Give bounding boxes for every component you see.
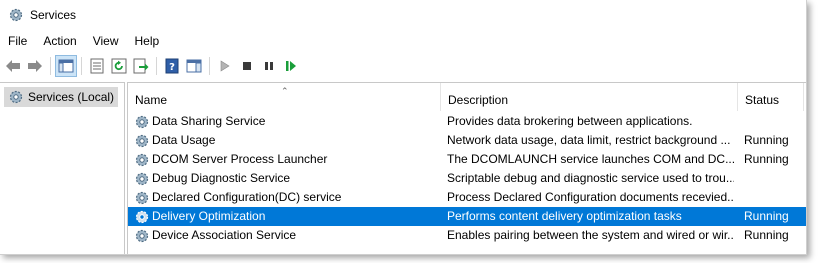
service-description: Scriptable debug and diagnostic service …: [447, 171, 734, 185]
service-gear-icon: [135, 153, 149, 166]
help-icon: ?: [165, 58, 179, 74]
list-header: Name ⌃ Description Status: [128, 83, 806, 111]
svg-text:?: ?: [169, 62, 175, 73]
service-status: [744, 169, 804, 188]
service-description: Enables pairing between the system and w…: [447, 228, 734, 242]
menu-help[interactable]: Help: [127, 34, 168, 48]
column-header-description[interactable]: Description: [441, 83, 738, 111]
menu-view[interactable]: View: [85, 34, 127, 48]
service-gear-icon: [135, 115, 149, 128]
service-description: The DCOMLAUNCH service launches COM and …: [447, 152, 734, 166]
services-list-pane: Name ⌃ Description Status Data Sharing S…: [127, 82, 806, 254]
window-title: Services: [30, 8, 77, 22]
play-icon: [220, 60, 230, 72]
stop-service-button[interactable]: [236, 55, 258, 77]
toolbar-separator: [50, 57, 51, 75]
help-button[interactable]: ?: [161, 55, 183, 77]
menu-file[interactable]: File: [0, 34, 35, 48]
service-status: [744, 112, 804, 131]
service-gear-icon: [135, 191, 149, 204]
restart-icon: [286, 61, 296, 71]
service-status: Running: [744, 228, 789, 242]
back-arrow-icon: [6, 60, 20, 72]
service-row-data-usage[interactable]: Data Usage Network data usage, data limi…: [128, 131, 806, 150]
service-name-cell: DCOM Server Process Launcher: [134, 150, 440, 169]
service-name-cell: Device Association Service: [134, 226, 440, 245]
toolbar-separator: [156, 57, 157, 75]
service-description: Performs content delivery optimization t…: [447, 209, 682, 223]
show-hide-console-tree-button[interactable]: [55, 55, 77, 77]
column-header-status[interactable]: Status: [738, 83, 804, 111]
service-description: Provides data brokering between applicat…: [447, 114, 693, 128]
service-name: Debug Diagnostic Service: [152, 171, 291, 185]
menu-action[interactable]: Action: [35, 34, 84, 48]
start-service-button[interactable]: [214, 55, 236, 77]
tree-item-label: Services (Local): [28, 90, 115, 104]
service-name: Device Association Service: [152, 228, 297, 242]
tree-item-services-local[interactable]: Services (Local): [4, 87, 119, 107]
service-status: [744, 188, 804, 207]
service-row-debug-diagnostic-service[interactable]: Debug Diagnostic Service Scriptable debu…: [128, 169, 806, 188]
service-status: Running: [744, 152, 789, 166]
service-status: Running: [744, 133, 789, 147]
service-gear-icon: [135, 134, 149, 147]
service-description: Process Declared Configuration documents…: [447, 190, 734, 204]
service-row-delivery-optimization[interactable]: Delivery Optimization Performs content d…: [128, 207, 806, 226]
service-row-declared-configuration-service[interactable]: Declared Configuration(DC) service Proce…: [128, 188, 806, 207]
service-name: Data Sharing Service: [152, 114, 266, 128]
export-icon: [133, 58, 149, 74]
pause-icon: [265, 62, 273, 70]
service-status: Running: [744, 209, 789, 223]
service-row-dcom-server-process-launcher[interactable]: DCOM Server Process Launcher The DCOMLAU…: [128, 150, 806, 169]
service-row-data-sharing-service[interactable]: Data Sharing Service Provides data broke…: [128, 112, 806, 131]
forward-arrow-icon: [28, 60, 42, 72]
column-header-status-label: Status: [745, 93, 780, 107]
properties-button[interactable]: [86, 55, 108, 77]
properties-icon: [90, 58, 104, 74]
back-button[interactable]: [2, 55, 24, 77]
restart-service-button[interactable]: [280, 55, 302, 77]
toolbar: ?: [0, 53, 806, 79]
service-name: Declared Configuration(DC) service: [152, 190, 342, 204]
service-name-cell: Delivery Optimization: [134, 207, 440, 226]
service-gear-icon: [135, 172, 149, 185]
service-description: Network data usage, data limit, restrict…: [447, 133, 731, 147]
gear-icon: [9, 8, 23, 22]
toolbar-separator: [209, 57, 210, 75]
service-name-cell: Data Usage: [134, 131, 440, 150]
service-name-cell: Data Sharing Service: [134, 112, 440, 131]
menu-bar: File Action View Help: [0, 31, 167, 51]
service-name-cell: Debug Diagnostic Service: [134, 169, 440, 188]
title-bar: Services: [0, 0, 806, 30]
column-header-name-label: Name: [135, 93, 168, 107]
refresh-icon: [111, 58, 127, 74]
services-list: Data Sharing Service Provides data broke…: [128, 112, 806, 245]
forward-button[interactable]: [24, 55, 46, 77]
service-name: Data Usage: [152, 133, 216, 147]
show-action-pane-button[interactable]: [183, 55, 205, 77]
console-tree-pane: Services (Local): [0, 82, 125, 254]
service-gear-icon: [135, 229, 149, 242]
console-tree-icon: [58, 59, 74, 73]
refresh-button[interactable]: [108, 55, 130, 77]
gear-icon: [9, 90, 23, 104]
stop-icon: [243, 62, 251, 70]
sort-ascending-icon: ⌃: [281, 86, 289, 96]
service-gear-icon: [135, 210, 149, 223]
service-name: Delivery Optimization: [152, 209, 266, 223]
pause-service-button[interactable]: [258, 55, 280, 77]
service-name: DCOM Server Process Launcher: [152, 152, 328, 166]
service-name-cell: Declared Configuration(DC) service: [134, 188, 440, 207]
services-window: Services File Action View Help ? Service…: [0, 0, 807, 255]
column-header-description-label: Description: [448, 93, 509, 107]
service-row-device-association-service[interactable]: Device Association Service Enables pairi…: [128, 226, 806, 245]
toolbar-separator: [81, 57, 82, 75]
export-list-button[interactable]: [130, 55, 152, 77]
action-pane-icon: [186, 59, 202, 73]
